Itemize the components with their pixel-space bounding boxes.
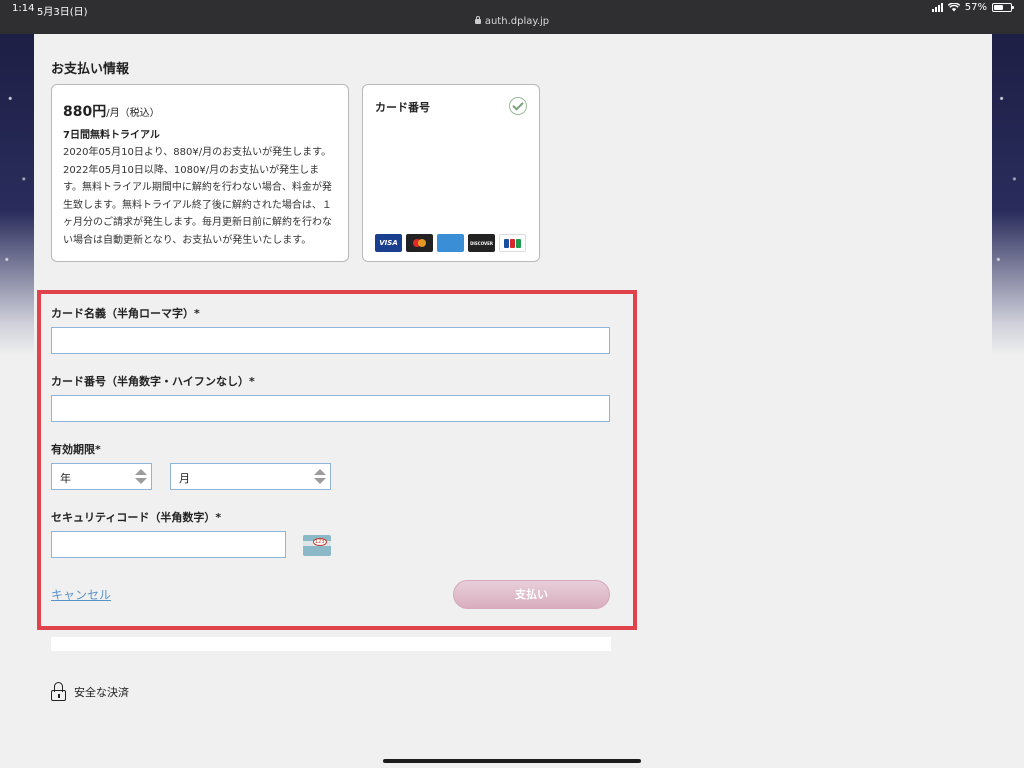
discover-logo-icon: DISCOVER	[468, 234, 495, 252]
card-type-box[interactable]: カード番号 VISA DISCOVER	[362, 84, 540, 262]
expiry-year-value: 年	[60, 472, 71, 485]
card-name-label: カード名義（半角ローマ字）*	[51, 307, 200, 320]
status-time: 1:14	[12, 3, 35, 14]
address-bar[interactable]: auth.dplay.jp	[0, 15, 1024, 27]
amex-logo-icon	[437, 234, 464, 252]
plan-price-unit: /月（税込）	[106, 108, 160, 119]
background-image-left	[0, 34, 34, 356]
plan-description: 2020年05月10日より、880¥/月のお支払いが発生します。2022年05月…	[63, 147, 332, 246]
url-text: auth.dplay.jp	[484, 16, 550, 27]
spinner-arrows-icon	[135, 469, 147, 485]
lock-icon	[474, 15, 481, 24]
expiry-label: 有効期限*	[51, 443, 101, 456]
visa-logo-icon: VISA	[375, 234, 402, 252]
plan-card: 880円/月（税込） 7日間無料トライアル 2020年05月10日より、880¥…	[51, 84, 349, 262]
card-brand-list: VISA DISCOVER	[375, 234, 526, 252]
wifi-icon	[947, 3, 960, 12]
home-indicator[interactable]	[383, 759, 641, 763]
card-cvv-icon: 123	[303, 535, 331, 556]
card-number-input[interactable]	[51, 395, 610, 422]
status-indicators: 57%	[931, 2, 1014, 13]
battery-icon	[992, 3, 1014, 12]
section-title: お支払い情報	[51, 62, 130, 77]
card-number-label: カード番号（半角数字・ハイフンなし）*	[51, 375, 255, 388]
secure-payment: 安全な決済	[51, 682, 129, 701]
cancel-link[interactable]: キャンセル	[51, 586, 111, 603]
expiry-month-select[interactable]: 月	[170, 463, 331, 490]
check-circle-icon	[509, 97, 527, 115]
pay-button[interactable]: 支払い	[453, 580, 610, 609]
divider-strip	[51, 637, 611, 651]
cellular-signal-icon	[931, 3, 943, 12]
background-image-right	[992, 34, 1024, 356]
expiry-month-value: 月	[179, 472, 190, 485]
expiry-year-select[interactable]: 年	[51, 463, 152, 490]
jcb-logo-icon	[499, 234, 526, 252]
padlock-icon	[51, 682, 66, 701]
security-code-input[interactable]	[51, 531, 286, 558]
security-code-label: セキュリティコード（半角数字）*	[51, 511, 222, 524]
card-name-input[interactable]	[51, 327, 610, 354]
cvv-hint-text: 123	[313, 538, 327, 546]
plan-trial: 7日間無料トライアル	[63, 130, 160, 141]
plan-price: 880円/月（税込）	[63, 101, 337, 121]
card-type-label: カード番号	[375, 101, 430, 114]
battery-percent: 57%	[964, 2, 987, 13]
spinner-arrows-icon	[314, 469, 326, 485]
secure-payment-label: 安全な決済	[74, 685, 129, 699]
status-bar: 1:14 5月3日(日) auth.dplay.jp 57%	[0, 0, 1024, 34]
mastercard-logo-icon	[406, 234, 433, 252]
plan-price-amount: 880円	[63, 104, 107, 120]
